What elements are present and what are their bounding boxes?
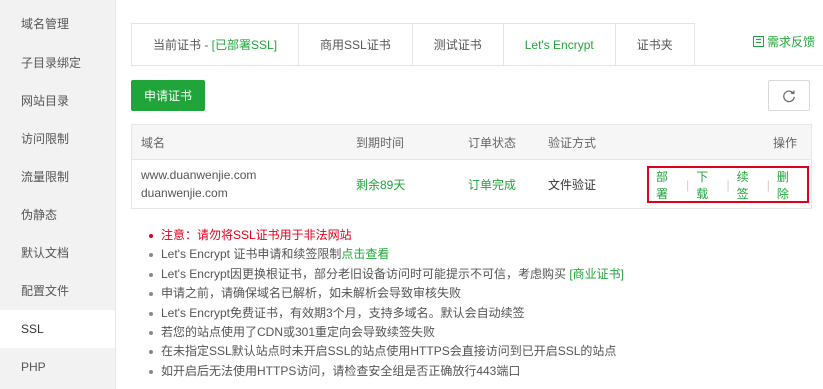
feedback-label: 需求反馈	[766, 35, 815, 49]
col-expire: 到期时间	[356, 135, 405, 150]
tab-letsencrypt[interactable]: Let's Encrypt	[503, 24, 616, 66]
sidebar-item-access-limit[interactable]: 访问限制	[0, 120, 115, 158]
note-warning: 注意：请勿将SSL证书用于非法网站	[149, 226, 624, 245]
commercial-cert-link[interactable]: [商业证书]	[569, 267, 624, 281]
tab-cert-folder[interactable]: 证书夹	[615, 24, 694, 66]
row-actions: 部署 | 下载 | 续签 | 删除	[647, 166, 809, 203]
renew-button[interactable]: 续签	[730, 168, 767, 202]
note-item: 申请之前，请确保域名已解析，如未解析会导致审核失败	[149, 284, 624, 303]
sidebar-item-ssl[interactable]: SSL	[0, 310, 115, 348]
note-item: Let's Encrypt因更换根证书，部分老旧设备访问时可能提示不可信，考虑购…	[149, 265, 624, 284]
ssl-tabs: 当前证书 - [已部署SSL] 商用SSL证书 测试证书 Let's Encry…	[131, 23, 695, 66]
col-status: 订单状态	[468, 135, 517, 150]
note-text: Let's Encrypt因更换根证书，部分老旧设备访问时可能提示不可信，考虑购…	[161, 266, 570, 281]
tab-commercial-ssl[interactable]: 商用SSL证书	[299, 24, 413, 66]
tab-current-cert-label: 当前证书 -	[153, 38, 212, 52]
deployed-status: [已部署SSL]	[211, 38, 278, 52]
col-verify: 验证方式	[548, 135, 597, 150]
sidebar-item-php[interactable]: PHP	[0, 348, 115, 386]
download-button[interactable]: 下载	[689, 168, 726, 202]
note-item: 在未指定SSL默认站点时未开启SSL的站点使用HTTPS会直接访问到已开启SSL…	[149, 342, 624, 361]
order-status: 订单完成	[468, 177, 517, 192]
table-header: 域名 到期时间 订单状态 验证方式 操作	[132, 125, 811, 160]
tabs-divider	[131, 65, 823, 66]
sidebar-item-subdirectory-binding[interactable]: 子目录绑定	[0, 44, 115, 82]
apply-cert-button[interactable]: 申请证书	[131, 80, 205, 111]
note-item: Let's Encrypt免费证书，有效期3个月，支持多域名。默认会自动续签	[149, 304, 624, 323]
verify-method: 文件验证	[548, 177, 597, 192]
sidebar-item-default-document[interactable]: 默认文档	[0, 234, 115, 272]
note-text: Let's Encrypt 证书申请和续签限制	[161, 247, 342, 262]
sidebar-item-domain-management[interactable]: 域名管理	[0, 0, 115, 44]
feedback-link[interactable]: 需求反馈	[752, 33, 815, 50]
domain-name: www.duanwenjie.com	[141, 168, 257, 182]
sidebar-item-rewrite[interactable]: 伪静态	[0, 196, 115, 234]
notes-list: 注意：请勿将SSL证书用于非法网站 Let's Encrypt 证书申请和续签限…	[149, 226, 624, 381]
note-item: 若您的站点使用了CDN或301重定向会导致续签失败	[149, 323, 624, 342]
note-item: Let's Encrypt 证书申请和续签限制点击查看	[149, 245, 624, 264]
domain-name: duanwenjie.com	[141, 186, 228, 200]
sidebar: 域名管理 子目录绑定 网站目录 访问限制 流量限制 伪静态 默认文档 配置文件 …	[0, 0, 116, 389]
view-limits-link[interactable]: 点击查看	[341, 247, 389, 261]
col-domain: 域名	[141, 135, 166, 150]
sidebar-item-site-directory[interactable]: 网站目录	[0, 82, 115, 120]
sidebar-item-traffic-limit[interactable]: 流量限制	[0, 158, 115, 196]
note-item: 如开启后无法使用HTTPS访问，请检查安全组是否正确放行443端口	[149, 362, 624, 381]
col-ops: 操作	[772, 135, 797, 150]
feedback-icon	[752, 36, 764, 47]
deploy-button[interactable]: 部署	[649, 168, 686, 202]
tab-current-cert[interactable]: 当前证书 - [已部署SSL]	[132, 24, 300, 66]
sidebar-item-config-file[interactable]: 配置文件	[0, 272, 115, 310]
tab-test-cert[interactable]: 测试证书	[412, 24, 504, 66]
delete-button[interactable]: 删除	[770, 168, 807, 202]
refresh-icon	[783, 89, 795, 102]
refresh-button[interactable]	[768, 80, 810, 111]
expire-value: 剩余89天	[356, 177, 406, 192]
domain-list: www.duanwenjie.com duanwenjie.com	[141, 160, 256, 208]
